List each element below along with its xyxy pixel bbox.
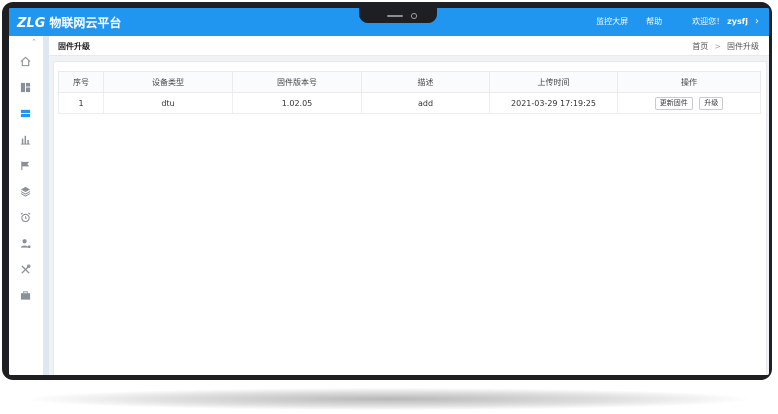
col-header-upload-time: 上传时间 [489, 71, 618, 93]
layers-icon[interactable] [18, 184, 32, 198]
flag-icon[interactable] [18, 158, 32, 172]
page-title: 固件升级 [58, 42, 90, 51]
sidebar-divider [44, 36, 49, 375]
welcome-text: 欢迎您！ [692, 17, 725, 26]
username[interactable]: zysfj [727, 17, 748, 26]
cell-upload-time: 2021-03-29 17:19:25 [489, 92, 618, 114]
page-header: 固件升级 首页 > 固件升级 [49, 36, 769, 56]
speaker-slot [387, 15, 403, 17]
col-header-firmware-version: 固件版本号 [232, 71, 362, 93]
breadcrumb-separator: > [714, 42, 721, 51]
nav-link-monitor-screen[interactable]: 监控大屏 [596, 16, 628, 27]
upgrade-button[interactable]: 升级 [699, 96, 724, 110]
chevron-right-icon[interactable]: › [755, 16, 759, 26]
bar-chart-icon[interactable] [18, 132, 32, 146]
cell-index: 1 [58, 92, 104, 114]
home-icon[interactable] [18, 54, 32, 68]
breadcrumb-current: 固件升级 [727, 42, 759, 51]
briefcase-icon[interactable] [18, 288, 32, 302]
update-firmware-button[interactable]: 更新固件 [654, 96, 693, 110]
app-logo[interactable]: ZLG 物联网云平台 [17, 14, 121, 31]
logo-brand: ZLG [17, 16, 46, 31]
table-header-row: 序号 设备类型 固件版本号 描述 上传时间 操作 [58, 71, 761, 93]
top-nav-right: 监控大屏 帮助 欢迎您！ zysfj › [578, 16, 759, 27]
collapse-icon[interactable]: ⌃ [31, 38, 37, 46]
dashboard-icon[interactable] [18, 80, 32, 94]
user-settings-icon[interactable] [18, 236, 32, 250]
cell-firmware-version: 1.02.05 [232, 92, 362, 114]
cell-description: add [361, 92, 490, 114]
logo-title: 物联网云平台 [49, 16, 122, 30]
device-shadow [30, 388, 748, 410]
col-header-index: 序号 [58, 71, 104, 93]
camera-notch [359, 8, 437, 23]
col-header-description: 描述 [361, 71, 490, 93]
table-row: 1 dtu 1.02.05 add 2021-03-29 17:19:25 更新… [58, 92, 761, 114]
cell-device-type: dtu [103, 92, 233, 114]
sidebar: ⌃ [9, 36, 44, 375]
nav-link-help[interactable]: 帮助 [646, 16, 662, 27]
breadcrumb-home[interactable]: 首页 [692, 42, 708, 51]
content-panel: 序号 设备类型 固件版本号 描述 上传时间 操作 1 dtu 1.02.05 a… [53, 61, 767, 375]
col-header-actions: 操作 [617, 71, 761, 93]
screen: ZLG 物联网云平台 监控大屏 帮助 欢迎您！ zysfj › ⌃ 固件升级 首… [9, 8, 769, 375]
tools-icon[interactable] [18, 262, 32, 276]
firmware-table: 序号 设备类型 固件版本号 描述 上传时间 操作 1 dtu 1.02.05 a… [58, 71, 761, 114]
device-list-icon[interactable] [9, 101, 43, 125]
camera-icon [411, 13, 417, 19]
alarm-clock-icon[interactable] [18, 210, 32, 224]
breadcrumb: 首页 > 固件升级 [692, 41, 759, 52]
cell-actions: 更新固件 升级 [617, 92, 761, 114]
col-header-device-type: 设备类型 [103, 71, 233, 93]
